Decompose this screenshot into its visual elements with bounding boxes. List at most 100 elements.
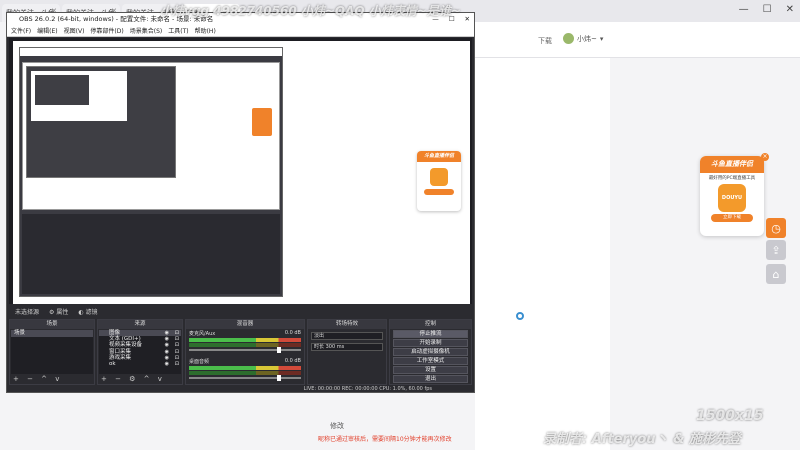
watermark-bottom: 录制者: Afteryou丶 & 施彬先登 — [543, 432, 741, 447]
nested-docks — [22, 214, 280, 294]
menu-edit[interactable]: 编辑(E) — [37, 26, 57, 36]
source-actions[interactable]: + − ⚙ ^ v — [101, 375, 165, 383]
window-controls: — ☐ ✕ — [739, 4, 794, 15]
canvas-promo-button — [424, 189, 454, 195]
transitions-dock: 转场特效 淡出 时长 300 ms — [307, 319, 387, 385]
transition-select[interactable]: 淡出 — [311, 332, 383, 340]
mixer-channel: 桌面音频 0.0 dB — [186, 357, 304, 385]
volume-meter — [189, 366, 301, 370]
canvas-promo-card: 斗鱼直播伴侣 — [417, 151, 461, 211]
volume-slider[interactable] — [189, 347, 301, 353]
mixer-dock: 混音器 麦克风/Aux 0.0 dB 桌面音频 0.0 dB — [185, 319, 305, 385]
nested-obs-window — [19, 47, 283, 297]
cursor-ring-icon — [516, 312, 524, 320]
menu-tools[interactable]: 工具(T) — [168, 26, 188, 36]
home-icon[interactable]: ⌂ — [766, 264, 786, 284]
lock-icon[interactable]: ⊡ — [175, 361, 179, 367]
properties-button[interactable]: ⚙ 属性 — [49, 307, 68, 316]
douyu-logo-icon — [430, 168, 448, 186]
volume-slider[interactable] — [189, 375, 301, 381]
nested-inner-preview — [31, 71, 127, 121]
filters-button[interactable]: ◐ 滤镜 — [78, 307, 97, 316]
avatar — [563, 33, 574, 44]
page-content — [475, 58, 610, 450]
source-label: 游戏采集 — [109, 354, 132, 361]
nested-preview — [22, 62, 280, 210]
preview-canvas: 斗鱼直播伴侣 — [13, 41, 470, 306]
mixer-channel: 麦克风/Aux 0.0 dB — [186, 329, 304, 357]
settings-button[interactable]: 设置 — [393, 366, 468, 374]
controls-dock-title: 控制 — [390, 320, 471, 329]
nested-inner-preview-deep — [35, 75, 89, 105]
logo-text: DOUYU — [721, 195, 743, 201]
douyu-logo-icon: DOUYU — [718, 184, 746, 212]
user-menu[interactable]: 小炜~ ▾ — [563, 33, 603, 44]
menu-docks[interactable]: 停靠部件(D) — [90, 26, 123, 36]
obs-preview[interactable]: 斗鱼直播伴侣 — [9, 38, 472, 309]
minimize-icon[interactable]: — — [739, 4, 749, 15]
browser-toolbar: 下载 小炜~ ▾ — [475, 22, 800, 58]
close-icon[interactable]: ✕ — [465, 13, 470, 26]
obs-window: OBS 26.0.2 (64-bit, windows) - 配置文件: 未命名… — [6, 12, 475, 393]
menu-help[interactable]: 帮助(H) — [195, 26, 216, 36]
channel-name: 桌面音频 — [189, 359, 210, 365]
virtual-camera-button[interactable]: 启动虚拟摄像机 — [393, 348, 468, 356]
scenes-dock: 场景 场景 + − ^ v — [9, 319, 95, 385]
sources-dock: 来源 图像 ◉ ⊡ 文本 (GDI+) ◉ ⊡ 视频采集设备 ◉ ⊡ 窗口采集 ◉ ⊡ 游戏采集… — [97, 319, 183, 385]
source-toolbar: 未选择源 ⚙ 属性 ◐ 滤镜 — [9, 304, 472, 318]
start-recording-button[interactable]: 开始录制 — [393, 339, 468, 347]
scene-list: 场景 — [11, 330, 93, 374]
no-source-label: 未选择源 — [15, 308, 40, 316]
controls-dock: 控制 停止推流 开始录制 启动虚拟摄像机 工作室模式 设置 退出 — [389, 319, 472, 385]
channel-name: 麦克风/Aux — [189, 331, 216, 337]
watermark-top: 小炜vgg 4982740560 小炜~QAQ 小炜表情~是谁~ — [160, 4, 461, 18]
source-label: 视频采集设备 — [109, 342, 143, 349]
exit-button[interactable]: 退出 — [393, 375, 468, 383]
close-icon[interactable]: ✕ — [786, 4, 794, 15]
filters-label: 滤镜 — [85, 308, 98, 316]
watermark-logo: 1500x15 — [696, 408, 764, 424]
share-icon[interactable]: ⇪ — [766, 240, 786, 260]
slider-knob[interactable] — [277, 347, 281, 353]
nested-inner-window — [26, 66, 176, 178]
nested-obs-title — [20, 48, 282, 56]
warning-text: 昵称已通过审核后，需要间隔10分钟才能再次修改 — [318, 436, 452, 443]
source-label: ok — [109, 360, 116, 367]
slider-knob[interactable] — [277, 375, 281, 381]
maximize-icon[interactable]: ☐ — [763, 4, 772, 15]
duration-field[interactable]: 时长 300 ms — [311, 343, 383, 351]
close-icon[interactable]: × — [761, 153, 769, 161]
mini-promo-card — [252, 108, 272, 136]
eye-icon[interactable]: ◉ — [165, 361, 169, 367]
download-now-button[interactable]: 立即下载 — [711, 214, 753, 222]
promo-card[interactable]: 斗鱼直播伴侣 最好用的PC端直播工具 DOUYU 立即下载 — [700, 156, 764, 236]
duration-value: 300 ms — [325, 344, 345, 350]
obs-docks: 场景 场景 + − ^ v 来源 图像 ◉ ⊡ 文本 (GDI+) ◉ ⊡ 视频采集设备… — [9, 319, 472, 385]
channel-db: 0.0 dB — [284, 330, 301, 336]
canvas-promo-title: 斗鱼直播伴侣 — [417, 151, 461, 162]
scenes-dock-title: 场景 — [10, 320, 94, 329]
modify-button[interactable]: 修改 — [330, 421, 344, 431]
volume-meter — [189, 343, 301, 347]
scene-actions[interactable]: + − ^ v — [13, 375, 62, 383]
user-name: 小炜~ — [577, 34, 597, 43]
clock-icon[interactable]: ◷ — [766, 218, 786, 238]
channel-db: 0.0 dB — [284, 358, 301, 364]
duration-label: 时长 — [314, 344, 325, 350]
promo-title: 斗鱼直播伴侣 — [700, 156, 764, 173]
menu-scene-collection[interactable]: 场景集合(S) — [130, 26, 163, 36]
source-label: 窗口采集 — [109, 348, 132, 355]
volume-meter — [189, 371, 301, 375]
menu-view[interactable]: 视图(V) — [64, 26, 85, 36]
stop-streaming-button[interactable]: 停止推流 — [393, 330, 468, 338]
download-link[interactable]: 下载 — [538, 36, 552, 46]
studio-mode-button[interactable]: 工作室模式 — [393, 357, 468, 365]
transitions-dock-title: 转场特效 — [308, 320, 386, 329]
source-item[interactable]: ok ◉ ⊡ — [99, 361, 181, 367]
scene-item[interactable]: 场景 — [11, 330, 93, 337]
volume-meter — [189, 338, 301, 342]
menu-file[interactable]: 文件(F) — [11, 26, 31, 36]
mixer-dock-title: 混音器 — [186, 320, 304, 329]
obs-menubar: 文件(F) 编辑(E) 视图(V) 停靠部件(D) 场景集合(S) 工具(T) … — [7, 26, 474, 37]
source-list: 图像 ◉ ⊡ 文本 (GDI+) ◉ ⊡ 视频采集设备 ◉ ⊡ 窗口采集 ◉ ⊡ 游戏采集 ◉ ⊡ … — [99, 330, 181, 374]
